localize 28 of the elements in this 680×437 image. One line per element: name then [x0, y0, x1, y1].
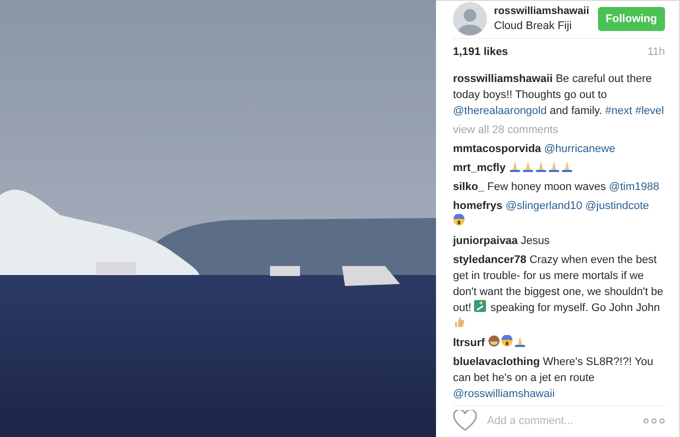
- location-link[interactable]: Cloud Break Fiji: [494, 19, 594, 34]
- comment: bluelavaclothing Where's SL8R?!?! You can bet he's on a jet en route @rosswilliamshawaii: [453, 354, 654, 402]
- mention-link[interactable]: @therealaarongold: [453, 104, 547, 117]
- mention-link[interactable]: @hurricanewe: [544, 142, 616, 155]
- avatar-icon[interactable]: [453, 2, 487, 36]
- screaming-face-icon: [453, 214, 465, 226]
- comment: styledancer78 Crazy when even the best get in trouble- for us mere mortals if we don't want the biggest one, we shouldn't be out! speaking for myself. Go John John: [453, 252, 665, 332]
- comment: juniorpaivaa Jesus: [453, 234, 551, 249]
- thumbs-up-icon: [453, 316, 465, 328]
- post-time: 11h: [647, 46, 665, 58]
- monkey-face-icon: [488, 334, 500, 347]
- comment: homefrys @slingerland10 @justindcote: [453, 198, 665, 230]
- mention-link[interactable]: @justindcote: [585, 200, 650, 212]
- comment: mrt_mcfly: [453, 160, 665, 176]
- comment: mmtacosporvida @hurricanewe: [453, 142, 616, 157]
- mention-link[interactable]: #next: [605, 104, 632, 117]
- heart-icon[interactable]: [453, 410, 477, 432]
- username[interactable]: rosswilliamshawaii: [494, 4, 594, 20]
- mention-link[interactable]: #level: [635, 104, 664, 117]
- mention-link[interactable]: @slingerland10: [506, 200, 582, 212]
- comment: silko_ Few honey moon waves @tim1988: [453, 180, 660, 195]
- likes-count[interactable]: 1,191 likes: [453, 46, 508, 58]
- more-options-icon[interactable]: [643, 418, 665, 424]
- screaming-face-icon: [500, 334, 513, 347]
- mention-link[interactable]: @rosswilliamshawaii: [453, 388, 555, 400]
- caption: rosswilliamshawaii Be careful out there today boys!! Thoughts go out to @therealaarongold and family. #next #level: [453, 72, 665, 119]
- comment: ltrsurf: [453, 334, 665, 351]
- mention-link[interactable]: @tim1988: [608, 180, 660, 193]
